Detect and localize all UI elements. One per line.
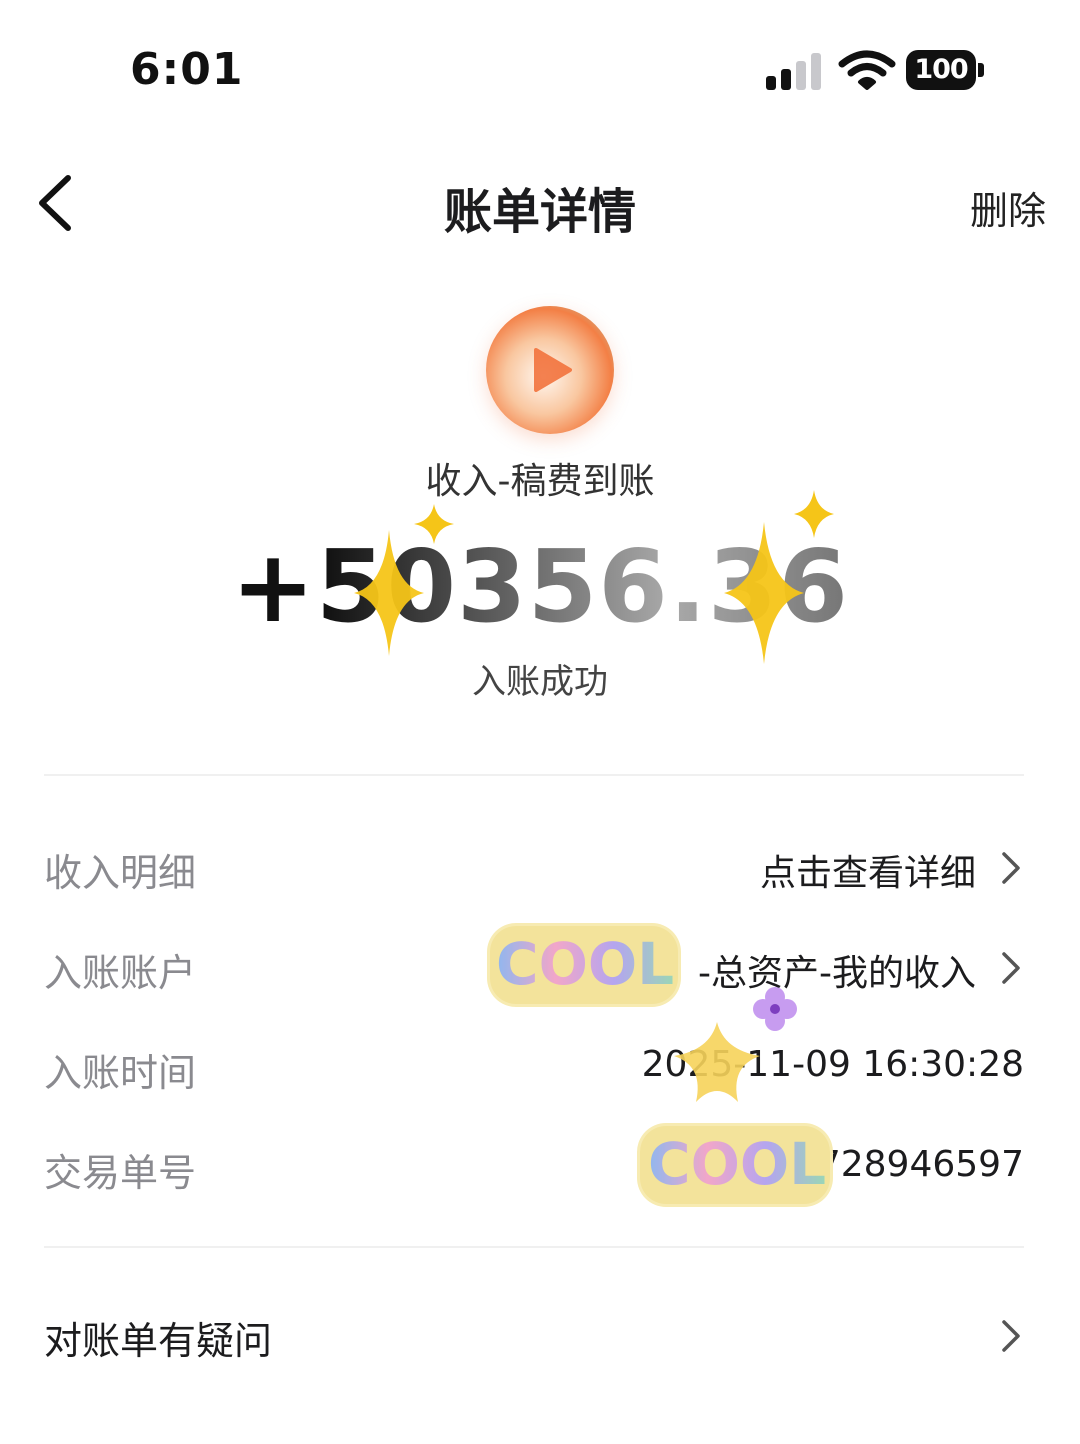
row-value: 点击查看详细 xyxy=(759,853,976,894)
battery-level: 100 xyxy=(906,50,976,90)
transaction-amount: +50356.36 xyxy=(0,528,1080,645)
transaction-type: 收入-稿费到账 xyxy=(425,461,655,502)
detail-row-time: 入账时间 2025-11-09 16:30:28 xyxy=(44,1024,1024,1104)
row-label: 收入明细 xyxy=(44,851,197,895)
detail-row-order-number: 交易单号 TT365 728946597 xyxy=(44,1124,1024,1204)
cool-sticker: COOL xyxy=(490,926,678,1004)
statement-query-row[interactable]: 对账单有疑问 xyxy=(44,1296,1024,1376)
divider xyxy=(44,774,1024,776)
transaction-status: 入账成功 xyxy=(472,662,608,702)
nav-bar: 账单详情 删除 xyxy=(0,150,1080,260)
row-label: 交易单号 xyxy=(44,1151,197,1195)
wifi-icon xyxy=(838,50,896,90)
row-label: 入账时间 xyxy=(44,1051,197,1095)
row-label: 入账账户 xyxy=(44,951,197,995)
sparkle-sticker-icon xyxy=(724,522,804,664)
cool-sticker-text: COOL xyxy=(496,930,675,998)
status-bar: 6:01 100 xyxy=(0,0,1080,140)
row-value: -总资产-我的收入 xyxy=(698,953,976,994)
divider xyxy=(44,1246,1024,1248)
status-time: 6:01 xyxy=(130,44,244,95)
sparkle-sticker-icon xyxy=(354,530,424,656)
chevron-right-icon xyxy=(1002,852,1020,884)
cool-sticker-text: COOL xyxy=(648,1130,827,1198)
chevron-right-icon xyxy=(1002,1320,1020,1352)
cool-sticker: COOL xyxy=(640,1126,830,1204)
battery-icon: 100 xyxy=(906,50,984,90)
detail-row-income-detail[interactable]: 收入明细 点击查看详细 xyxy=(44,824,1024,904)
page-title: 账单详情 xyxy=(443,184,636,240)
query-label: 对账单有疑问 xyxy=(44,1319,273,1363)
delete-button[interactable]: 删除 xyxy=(970,180,1046,235)
signal-icon xyxy=(766,52,824,90)
chevron-right-icon xyxy=(1002,952,1020,984)
video-app-logo-icon xyxy=(486,306,614,434)
star-sticker-icon xyxy=(674,1022,760,1102)
